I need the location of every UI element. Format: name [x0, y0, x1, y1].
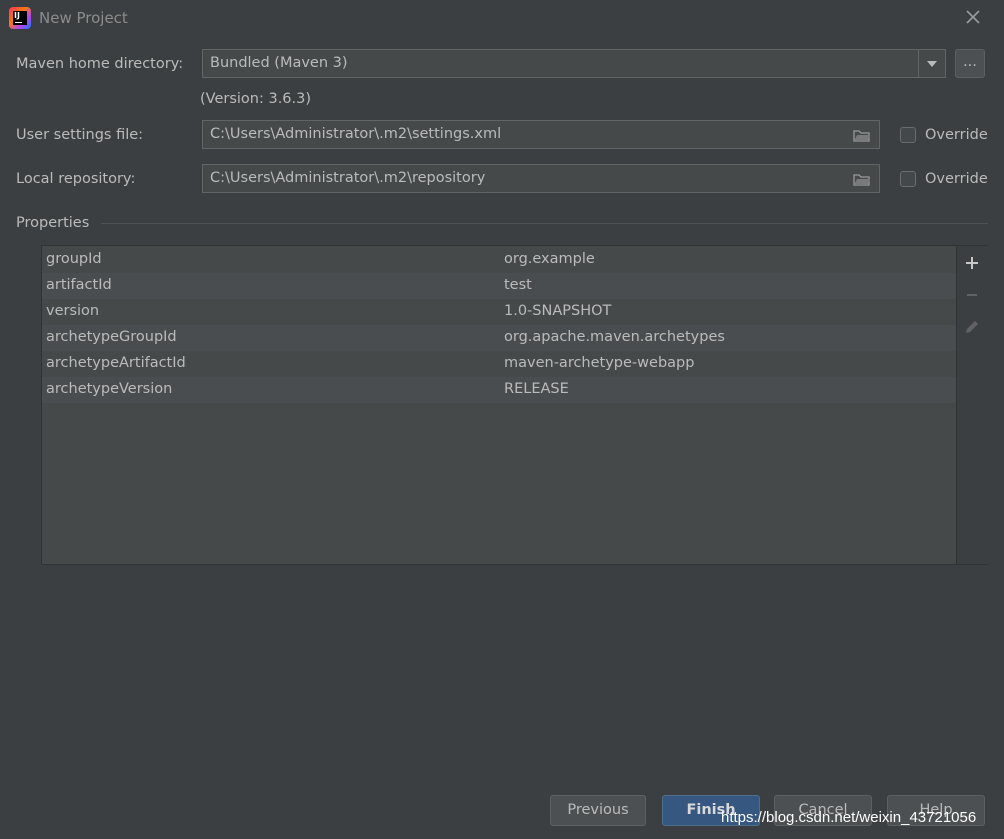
- property-key: groupId: [46, 251, 102, 267]
- user-settings-value: C:\Users\Administrator\.m2\settings.xml: [210, 126, 502, 142]
- properties-table[interactable]: groupId org.example artifactId test vers…: [41, 245, 988, 565]
- property-value: org.apache.maven.archetypes: [504, 329, 725, 345]
- folder-icon[interactable]: [853, 129, 871, 142]
- property-key: archetypeGroupId: [46, 329, 177, 345]
- local-repo-override-label: Override: [925, 171, 988, 187]
- property-key: version: [46, 303, 100, 319]
- maven-home-label: Maven home directory:: [16, 56, 184, 72]
- intellij-app-icon: IJ: [9, 7, 31, 29]
- add-icon[interactable]: [963, 254, 981, 272]
- table-row[interactable]: artifactId test: [42, 273, 956, 299]
- property-value: test: [504, 277, 532, 293]
- table-row[interactable]: archetypeGroupId org.apache.maven.archet…: [42, 325, 956, 351]
- local-repo-field[interactable]: C:\Users\Administrator\.m2\repository: [202, 164, 880, 193]
- user-settings-label: User settings file:: [16, 127, 144, 143]
- property-value: RELEASE: [504, 381, 569, 397]
- table-row[interactable]: archetypeVersion RELEASE: [42, 377, 956, 403]
- close-icon[interactable]: [960, 6, 986, 30]
- property-value: org.example: [504, 251, 595, 267]
- local-repo-override-checkbox[interactable]: [900, 171, 916, 187]
- maven-version-text: (Version: 3.6.3): [200, 91, 312, 107]
- properties-toolbar: [956, 246, 988, 564]
- title-bar: IJ New Project: [0, 0, 1004, 36]
- local-repo-value: C:\Users\Administrator\.m2\repository: [210, 170, 486, 186]
- watermark-text: https://blog.csdn.net/weixin_43721056: [721, 809, 977, 826]
- remove-icon[interactable]: [963, 286, 981, 304]
- table-row[interactable]: groupId org.example: [42, 247, 956, 273]
- property-key: artifactId: [46, 277, 112, 293]
- property-key: archetypeArtifactId: [46, 355, 186, 371]
- table-row[interactable]: version 1.0-SNAPSHOT: [42, 299, 956, 325]
- property-value: maven-archetype-webapp: [504, 355, 695, 371]
- maven-home-browse-button[interactable]: ...: [955, 49, 985, 78]
- properties-title: Properties: [16, 215, 90, 231]
- chevron-down-icon[interactable]: [918, 50, 945, 77]
- table-row[interactable]: archetypeArtifactId maven-archetype-weba…: [42, 351, 956, 377]
- window-title: New Project: [39, 9, 128, 27]
- folder-icon[interactable]: [853, 173, 871, 186]
- edit-icon[interactable]: [963, 318, 981, 336]
- previous-button[interactable]: Previous: [550, 795, 646, 826]
- properties-separator: [101, 223, 988, 224]
- user-settings-override-label: Override: [925, 127, 988, 143]
- property-value: 1.0-SNAPSHOT: [504, 303, 612, 319]
- user-settings-override-checkbox[interactable]: [900, 127, 916, 143]
- local-repo-label: Local repository:: [16, 171, 136, 187]
- property-key: archetypeVersion: [46, 381, 173, 397]
- maven-home-combo[interactable]: Bundled (Maven 3): [202, 49, 946, 78]
- maven-home-value: Bundled (Maven 3): [210, 55, 348, 71]
- user-settings-field[interactable]: C:\Users\Administrator\.m2\settings.xml: [202, 120, 880, 149]
- app-icon-text: IJ: [14, 11, 20, 20]
